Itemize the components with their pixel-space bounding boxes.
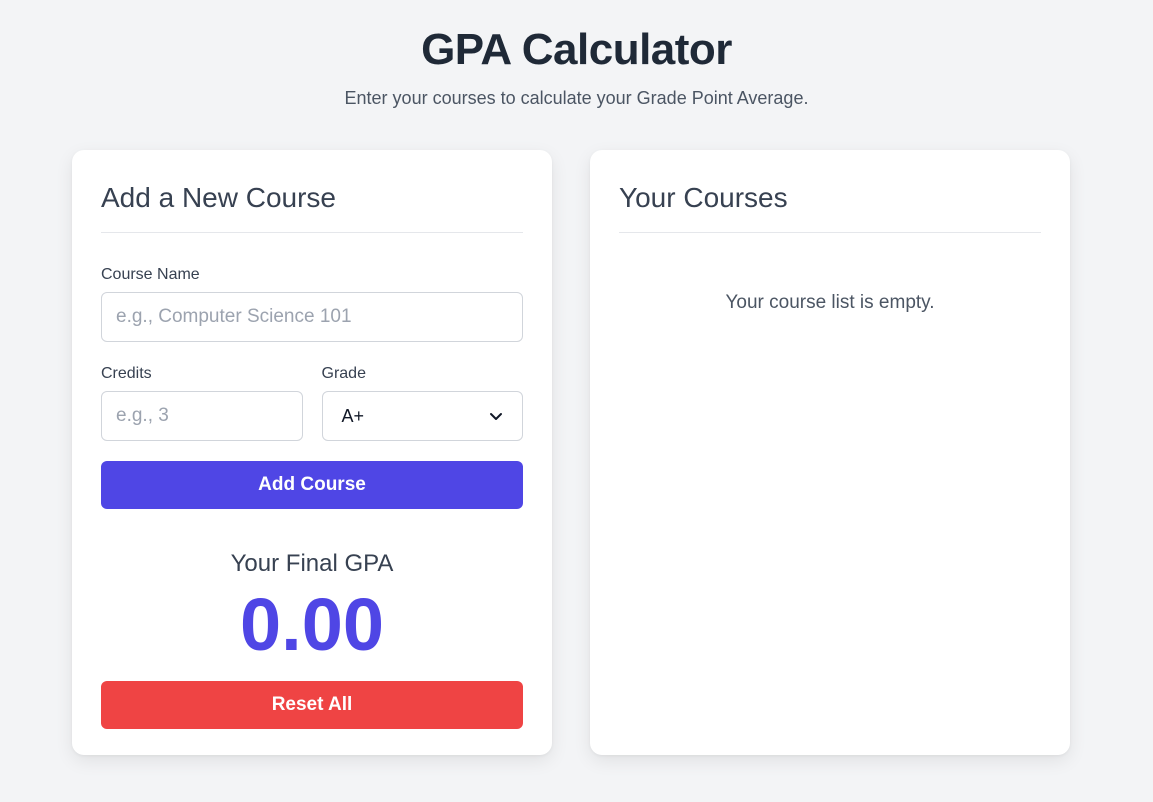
gpa-label: Your Final GPA (230, 550, 394, 577)
credits-group: Credits (101, 364, 303, 441)
add-course-title: Add a New Course (101, 181, 523, 233)
grade-selected-value: A+ (341, 405, 365, 426)
grade-select[interactable]: A+ (321, 391, 523, 441)
page-title: GPA Calculator (421, 25, 732, 74)
reset-wrap: Reset All (101, 681, 523, 729)
page-header: GPA Calculator Enter your courses to cal… (0, 24, 1153, 110)
course-name-label: Course Name (101, 266, 200, 283)
course-name-input[interactable] (101, 292, 523, 342)
gpa-calculator-page: GPA Calculator Enter your courses to cal… (0, 0, 1153, 802)
add-course-card: Add a New Course Course Name Credits Gra… (72, 150, 552, 755)
gpa-result: Your Final GPA 0.00 (101, 549, 523, 667)
credits-grade-row: Credits Grade A+ (101, 364, 523, 441)
courses-title: Your Courses (619, 181, 1041, 233)
credits-label: Credits (101, 365, 152, 382)
reset-all-button[interactable]: Reset All (101, 681, 523, 729)
empty-course-list-message: Your course list is empty. (725, 292, 935, 313)
gpa-value: 0.00 (239, 583, 385, 666)
courses-card: Your Courses Your course list is empty. (590, 150, 1070, 755)
grade-label: Grade (321, 365, 366, 382)
grade-group: Grade A+ (321, 364, 523, 441)
chevron-down-icon (490, 413, 502, 420)
add-course-button[interactable]: Add Course (101, 461, 523, 509)
page-subtitle: Enter your courses to calculate your Gra… (344, 88, 809, 108)
credits-input[interactable] (101, 391, 303, 441)
course-name-group: Course Name (101, 265, 523, 342)
